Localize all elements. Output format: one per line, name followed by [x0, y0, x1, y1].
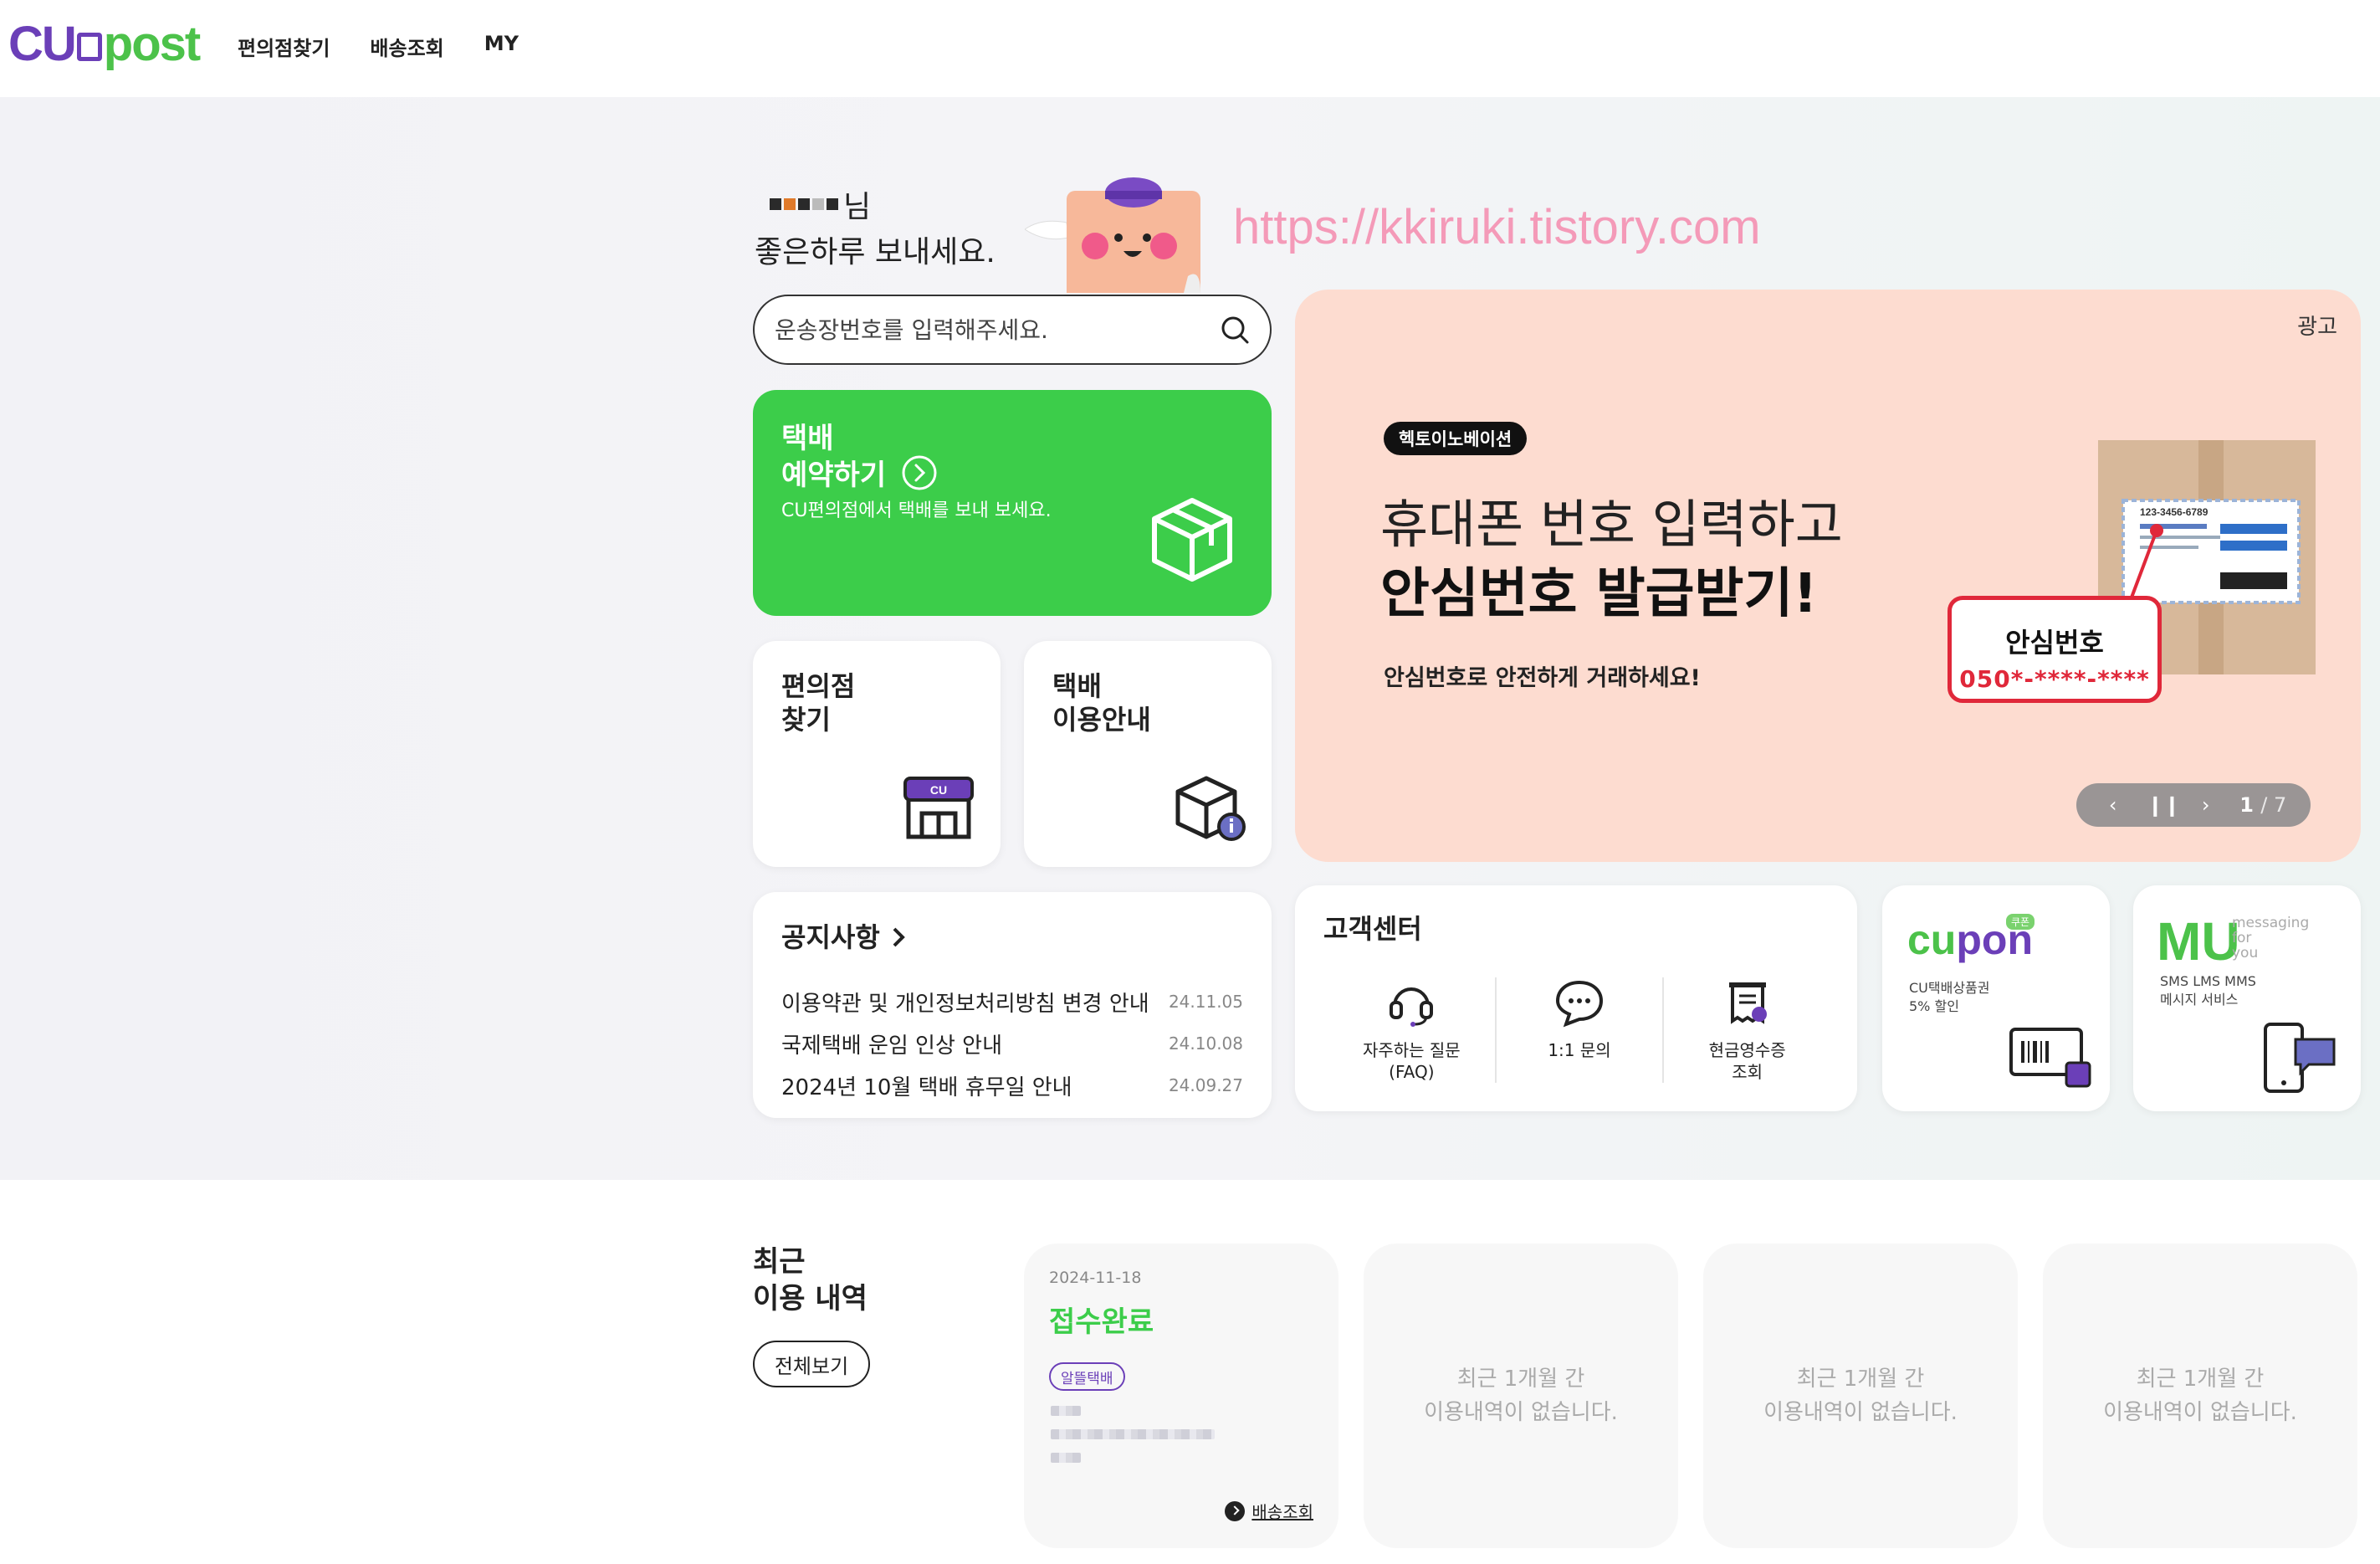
parcel-box-icon [1152, 498, 1232, 582]
store-badge-text: CU [930, 783, 947, 797]
service-badge: 알뜰택배 [1049, 1362, 1125, 1391]
recent-usage-empty-card: 최근 1개월 간 이용내역이 없습니다. [2043, 1244, 2357, 1548]
notice-card: 공지사항 이용약관 및 개인정보처리방침 변경 안내 24.11.05 국제택배… [753, 892, 1272, 1118]
main-nav: 편의점찾기 배송조회 MY [238, 32, 519, 61]
tracking-search [753, 295, 1272, 365]
banner-subtitle: 안심번호로 안전하게 거래하세요! [1384, 665, 1701, 691]
notice-list: 이용약관 및 개인정보처리방침 변경 안내 24.11.05 국제택배 운임 인… [781, 981, 1243, 1106]
banner-headline-1: 휴대폰 번호 입력하고 [1380, 494, 1843, 555]
box-icon [76, 33, 102, 61]
chat-bubble-icon [1555, 980, 1604, 1028]
ad-banner[interactable]: 광고 헥토이노베이션 휴대폰 번호 입력하고 안심번호 발급받기! 안심번호로 … [1295, 290, 2361, 862]
chevron-right-icon [893, 927, 905, 947]
headset-icon [1390, 987, 1434, 1027]
faq-button[interactable]: 자주하는 질문 (FAQ) [1328, 977, 1495, 1083]
delivery-guide-card[interactable]: 택배 이용안내 [1024, 641, 1272, 867]
customer-center-title: 고객센터 [1323, 913, 1422, 945]
recent-usage-empty-card: 최근 1개월 간 이용내역이 없습니다. [1703, 1244, 2018, 1548]
notice-item[interactable]: 국제택배 운임 인상 안내 24.10.08 [781, 1023, 1243, 1064]
greeting-line: 좋은하루 보내세요. [755, 235, 996, 269]
status-label: 접수완료 [1049, 1305, 1154, 1339]
prev-slide-button[interactable]: ‹ [2101, 793, 2126, 817]
nav-tracking[interactable]: 배송조회 [370, 32, 443, 61]
receipt-icon [1728, 982, 1767, 1024]
reserve-delivery-card[interactable]: 택배 예약하기 CU편의점에서 택배를 보내 보세요. [753, 390, 1272, 616]
greeting-name: 님 [770, 182, 871, 226]
masked-text [1051, 1406, 1081, 1416]
search-icon[interactable] [1220, 315, 1250, 345]
notice-item[interactable]: 2024년 10월 택배 휴무일 안내 24.09.27 [781, 1064, 1243, 1106]
store-icon: CU [903, 777, 974, 839]
notice-title[interactable]: 공지사항 [781, 920, 907, 954]
tracking-number-input[interactable] [775, 315, 1220, 344]
arrow-circle-icon [902, 455, 937, 490]
header: CU post 편의점찾기 배송조회 MY [0, 0, 2380, 97]
inquiry-button[interactable]: 1:1 문의 [1494, 977, 1663, 1083]
watermark-url: https://kkiruki.tistory.com [1233, 200, 1761, 254]
mascot-illustration [1025, 177, 1200, 293]
ad-label: 광고 [2297, 315, 2337, 340]
banner-headline-2: 안심번호 발급받기! [1380, 563, 1818, 625]
gift-card-icon [2009, 1028, 2091, 1088]
cash-receipt-button[interactable]: 현금영수증 조회 [1662, 977, 1830, 1083]
pause-button[interactable]: ❙❙ [2147, 793, 2180, 817]
store-finder-card[interactable]: 편의점 찾기 CU [753, 641, 1001, 867]
masked-name [770, 198, 838, 210]
svg-text:123-3456-6789: 123-3456-6789 [2140, 506, 2209, 518]
safe-number-card: 안심번호 050*-****-**** [1948, 596, 2162, 703]
box-info-icon [1175, 776, 1246, 841]
next-slide-button[interactable]: › [2193, 793, 2219, 817]
masked-text [1051, 1429, 1215, 1439]
mu-messaging-card[interactable]: MU messaging for you SMS LMS MMS 메시지 서비스 [2133, 885, 2361, 1111]
slide-counter: 1 / 7 [2239, 793, 2287, 817]
notice-item[interactable]: 이용약관 및 개인정보처리방침 변경 안내 24.11.05 [781, 981, 1243, 1023]
track-delivery-link[interactable]: 배송조회 [1225, 1499, 1313, 1523]
view-all-button[interactable]: 전체보기 [753, 1341, 870, 1387]
recent-usage-card[interactable]: 2024-11-18 접수완료 알뜰택배 배송조회 [1024, 1244, 1338, 1548]
phone-message-icon [2264, 1023, 2336, 1093]
cupost-logo[interactable]: CU post [8, 17, 201, 71]
recent-usage-empty-card: 최근 1개월 간 이용내역이 없습니다. [1364, 1244, 1678, 1548]
customer-center-card: 고객센터 자주하는 질문 (FAQ) 1:1 문의 현금영수증 조회 [1295, 885, 1857, 1111]
banner-slider-controls: ‹ ❙❙ › 1 / 7 [2076, 783, 2311, 827]
arrow-circle-icon [1225, 1500, 1246, 1521]
masked-text [1051, 1453, 1081, 1463]
nav-store-finder[interactable]: 편의점찾기 [238, 32, 330, 61]
recent-usage-title: 최근 이용 내역 [753, 1245, 868, 1315]
brand-pill: 헥토이노베이션 [1384, 422, 1528, 455]
cupon-card[interactable]: cupon 쿠폰 CU택배상품권 5% 할인 [1882, 885, 2110, 1111]
mu-logo: MU [2157, 911, 2240, 972]
nav-my[interactable]: MY [484, 32, 519, 61]
